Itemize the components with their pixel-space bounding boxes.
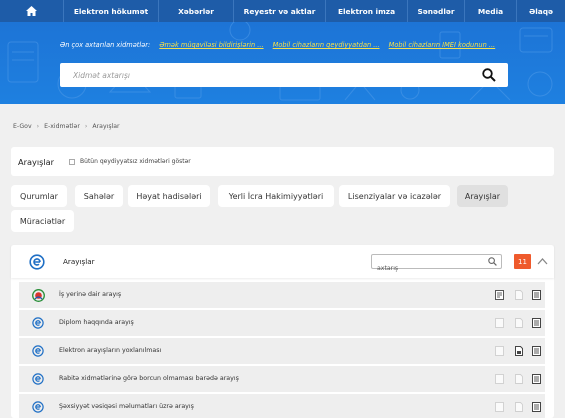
form-icon — [495, 374, 504, 384]
popular-services: Ən çox axtarılan xidmətlər: Əmək müqavil… — [60, 41, 495, 49]
panel-search-input[interactable] — [372, 262, 482, 275]
panel-search-box — [371, 254, 502, 275]
nav-item-media[interactable]: Media — [465, 0, 517, 22]
form-icon — [495, 346, 504, 356]
chevron-up-icon[interactable] — [537, 257, 548, 265]
info-document-icon[interactable] — [532, 346, 541, 356]
hero-banner: Ən çox axtarılan xidmətlər: Əmək müqavil… — [0, 22, 565, 104]
egov-logo-icon — [32, 317, 44, 329]
show-unregistered-label[interactable]: Bütün qeydiyyatsız xidmətləri göstər — [80, 158, 191, 165]
nav-item-e-signature[interactable]: Elektron imza — [326, 0, 408, 22]
panel-header: Arayışlar 11 — [11, 245, 554, 278]
pdf-document-icon — [515, 374, 523, 384]
nav-item-electronic-government[interactable]: Elektron hökumət — [64, 0, 159, 22]
category-chip-local-authorities[interactable]: Yerli İcra Hakimiyyətləri — [218, 185, 334, 207]
search-icon[interactable] — [482, 68, 496, 82]
section-header: Arayışlar Bütün qeydiyyatsız xidmətləri … — [11, 147, 554, 176]
egov-logo-icon — [32, 373, 44, 385]
services-list: İş yerinə dair arayış Diplom haqqında ar… — [19, 282, 545, 418]
category-chip-appeals[interactable]: Müraciətlər — [11, 210, 74, 232]
search-icon[interactable] — [488, 257, 497, 266]
egov-logo-icon — [32, 401, 44, 413]
form-icon[interactable] — [495, 290, 504, 300]
service-name[interactable]: Şəxsiyyət vəsiqəsi məlumatları üzrə aray… — [59, 403, 194, 410]
breadcrumb-separator: › — [36, 123, 40, 130]
breadcrumb-egov[interactable]: E-Gov — [13, 123, 32, 130]
breadcrumb-separator: › — [84, 123, 88, 130]
list-item[interactable]: Şəxsiyyət vəsiqəsi məlumatları üzrə aray… — [19, 394, 545, 418]
info-document-icon[interactable] — [532, 290, 541, 300]
popular-link-mobile-imei[interactable]: Mobil cihazların IMEI kodunun ... — [389, 41, 495, 49]
nav-item-news[interactable]: Xəbərlər — [159, 0, 234, 22]
service-name[interactable]: Rabitə xidmətlərinə görə borcun olmaması… — [59, 375, 239, 382]
category-chip-life-events[interactable]: Həyat hadisələri — [128, 185, 210, 207]
home-icon — [26, 6, 37, 16]
top-navbar: Elektron hökumət Xəbərlər Reyestr və akt… — [0, 0, 565, 22]
category-chip-licenses[interactable]: Lisenziyalar və icazələr — [339, 185, 450, 207]
egov-logo-icon — [29, 254, 45, 270]
pdf-document-icon — [515, 402, 523, 412]
list-item[interactable]: Diplom haqqında arayış — [19, 310, 545, 337]
service-search-box — [60, 63, 508, 87]
ministry-logo-icon — [32, 289, 45, 302]
info-document-icon[interactable] — [532, 374, 541, 384]
category-chip-fields[interactable]: Sahələr — [75, 185, 123, 207]
list-item[interactable]: İş yerinə dair arayış — [19, 282, 545, 309]
egov-logo-icon — [32, 345, 44, 357]
nav-item-documents[interactable]: Sənədlər — [408, 0, 465, 22]
popular-services-label: Ən çox axtarılan xidmətlər: — [60, 41, 151, 49]
popular-link-employment-contract[interactable]: Əmək müqaviləsi bildirişlərin ... — [159, 41, 263, 49]
pdf-document-icon — [515, 290, 523, 300]
panel-title: Arayışlar — [63, 257, 95, 266]
breadcrumb: E-Gov › E-xidmətlər › Arayışlar — [13, 123, 120, 130]
breadcrumb-current: Arayışlar — [92, 123, 120, 130]
category-chip-certificates[interactable]: Arayışlar — [457, 185, 508, 207]
list-item[interactable]: Elektron arayışların yoxlanılması — [19, 338, 545, 365]
form-icon — [495, 318, 504, 328]
category-chip-institutions[interactable]: Qurumlar — [11, 185, 67, 207]
popular-link-mobile-registration[interactable]: Mobil cihazların qeydiyyatdan ... — [273, 41, 380, 49]
pdf-document-icon — [515, 318, 523, 328]
service-name[interactable]: Diplom haqqında arayış — [59, 319, 134, 326]
info-document-icon[interactable] — [532, 402, 541, 412]
service-search-input[interactable] — [60, 70, 460, 80]
service-name[interactable]: İş yerinə dair arayış — [59, 291, 121, 298]
form-icon — [495, 402, 504, 412]
certificates-panel: Arayışlar 11 İş yerinə dair arayış — [11, 245, 554, 418]
nav-item-registry[interactable]: Reyestr və aktlar — [234, 0, 326, 22]
list-item[interactable]: Rabitə xidmətlərinə görə borcun olmaması… — [19, 366, 545, 393]
page-title: Arayışlar — [18, 156, 55, 167]
service-name[interactable]: Elektron arayışların yoxlanılması — [59, 347, 161, 354]
results-count-badge: 11 — [514, 254, 531, 269]
info-document-icon[interactable] — [532, 318, 541, 328]
pdf-document-icon[interactable] — [515, 346, 523, 356]
show-unregistered-checkbox[interactable] — [69, 158, 76, 165]
nav-item-contact[interactable]: Əlaqə — [517, 0, 565, 22]
home-button[interactable] — [0, 0, 64, 22]
breadcrumb-e-services[interactable]: E-xidmətlər — [44, 123, 80, 130]
